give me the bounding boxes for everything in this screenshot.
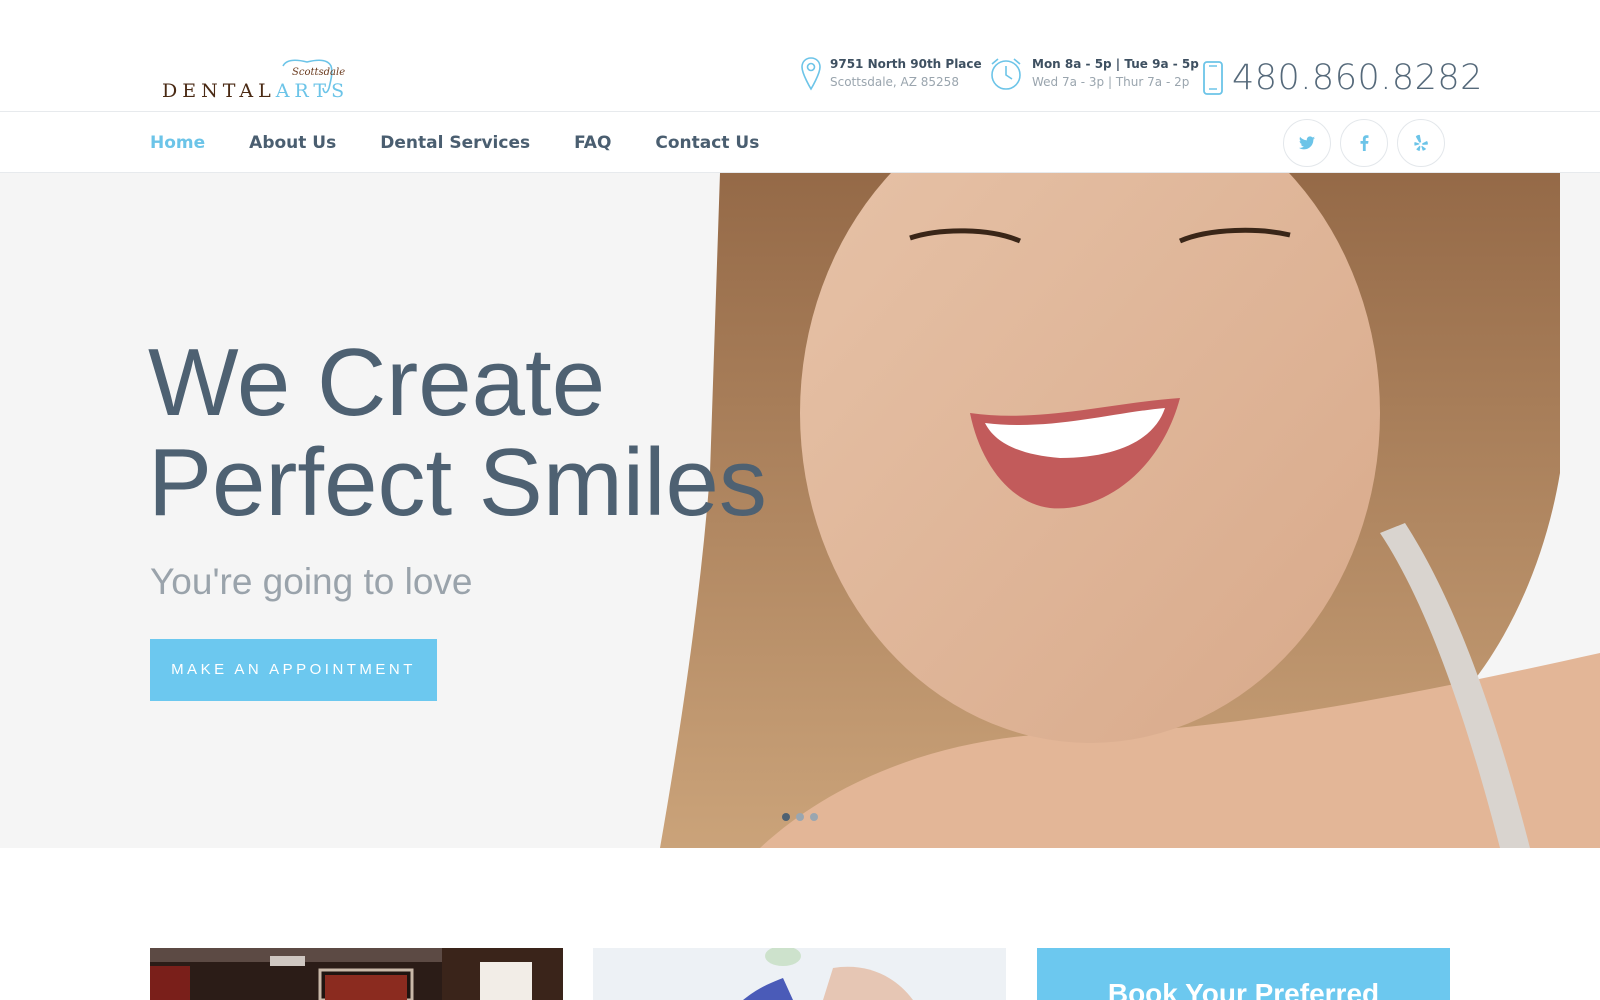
office-interior-photo bbox=[150, 948, 563, 1000]
hours-block: Mon 8a - 5p | Tue 9a - 5p Wed 7a - 3p | … bbox=[988, 56, 1199, 92]
office-photo-card[interactable] bbox=[150, 948, 563, 1000]
logo[interactable]: Scottsdale DENTALARTS bbox=[160, 54, 345, 102]
yelp-icon bbox=[1414, 134, 1428, 151]
mobile-phone-icon bbox=[1203, 61, 1223, 95]
alarm-clock-icon bbox=[991, 58, 1021, 90]
main-navigation: Home About Us Dental Services FAQ Contac… bbox=[0, 113, 1600, 173]
slider-pagination bbox=[782, 813, 824, 821]
phone-block[interactable]: 480.860.8282 bbox=[1202, 58, 1483, 98]
nav-item-about-us[interactable]: About Us bbox=[249, 133, 336, 153]
nav-item-faq[interactable]: FAQ bbox=[574, 133, 611, 153]
nav-item-home[interactable]: Home bbox=[150, 133, 205, 153]
slider-dot-1[interactable] bbox=[782, 813, 790, 821]
site-header: Scottsdale DENTALARTS 9751 North 90th Pl… bbox=[0, 0, 1600, 112]
logo-wordmark: DENTALARTS bbox=[162, 80, 350, 102]
twitter-button[interactable] bbox=[1283, 119, 1331, 167]
hero-title: We Create Perfect Smiles bbox=[148, 333, 767, 533]
slider-dot-2[interactable] bbox=[796, 813, 804, 821]
hero-title-line2: Perfect Smiles bbox=[148, 429, 767, 536]
yelp-button[interactable] bbox=[1397, 119, 1445, 167]
book-appointment-card[interactable]: Book Your Preferred bbox=[1037, 948, 1450, 1000]
dental-treatment-photo bbox=[593, 948, 1006, 1000]
smiling-woman-photo bbox=[660, 173, 1600, 848]
hero-title-line1: We Create bbox=[148, 329, 606, 436]
twitter-icon bbox=[1299, 136, 1315, 150]
address-block: 9751 North 90th Place Scottsdale, AZ 852… bbox=[800, 56, 982, 92]
hero-subtitle: You're going to love bbox=[150, 561, 473, 602]
make-appointment-button[interactable]: MAKE AN APPOINTMENT bbox=[150, 639, 437, 701]
logo-tagline: Scottsdale bbox=[292, 67, 346, 78]
nav-item-contact-us[interactable]: Contact Us bbox=[655, 133, 759, 153]
slider-dot-3[interactable] bbox=[810, 813, 818, 821]
address-line2: Scottsdale, AZ 85258 bbox=[830, 75, 959, 89]
hero-slider: We Create Perfect Smiles You're going to… bbox=[0, 173, 1600, 848]
address-line1: 9751 North 90th Place bbox=[830, 57, 982, 71]
nav-item-dental-services[interactable]: Dental Services bbox=[380, 133, 530, 153]
map-pin-icon bbox=[801, 57, 821, 91]
dental-treatment-card[interactable] bbox=[593, 948, 1006, 1000]
facebook-button[interactable] bbox=[1340, 119, 1388, 167]
hours-line2: Wed 7a - 3p | Thur 7a - 2p bbox=[1032, 75, 1190, 89]
book-card-title: Book Your Preferred bbox=[1107, 978, 1380, 1000]
facebook-icon bbox=[1360, 135, 1368, 151]
hours-line1: Mon 8a - 5p | Tue 9a - 5p bbox=[1032, 57, 1199, 71]
phone-number[interactable]: 480.860.8282 bbox=[1232, 58, 1483, 98]
